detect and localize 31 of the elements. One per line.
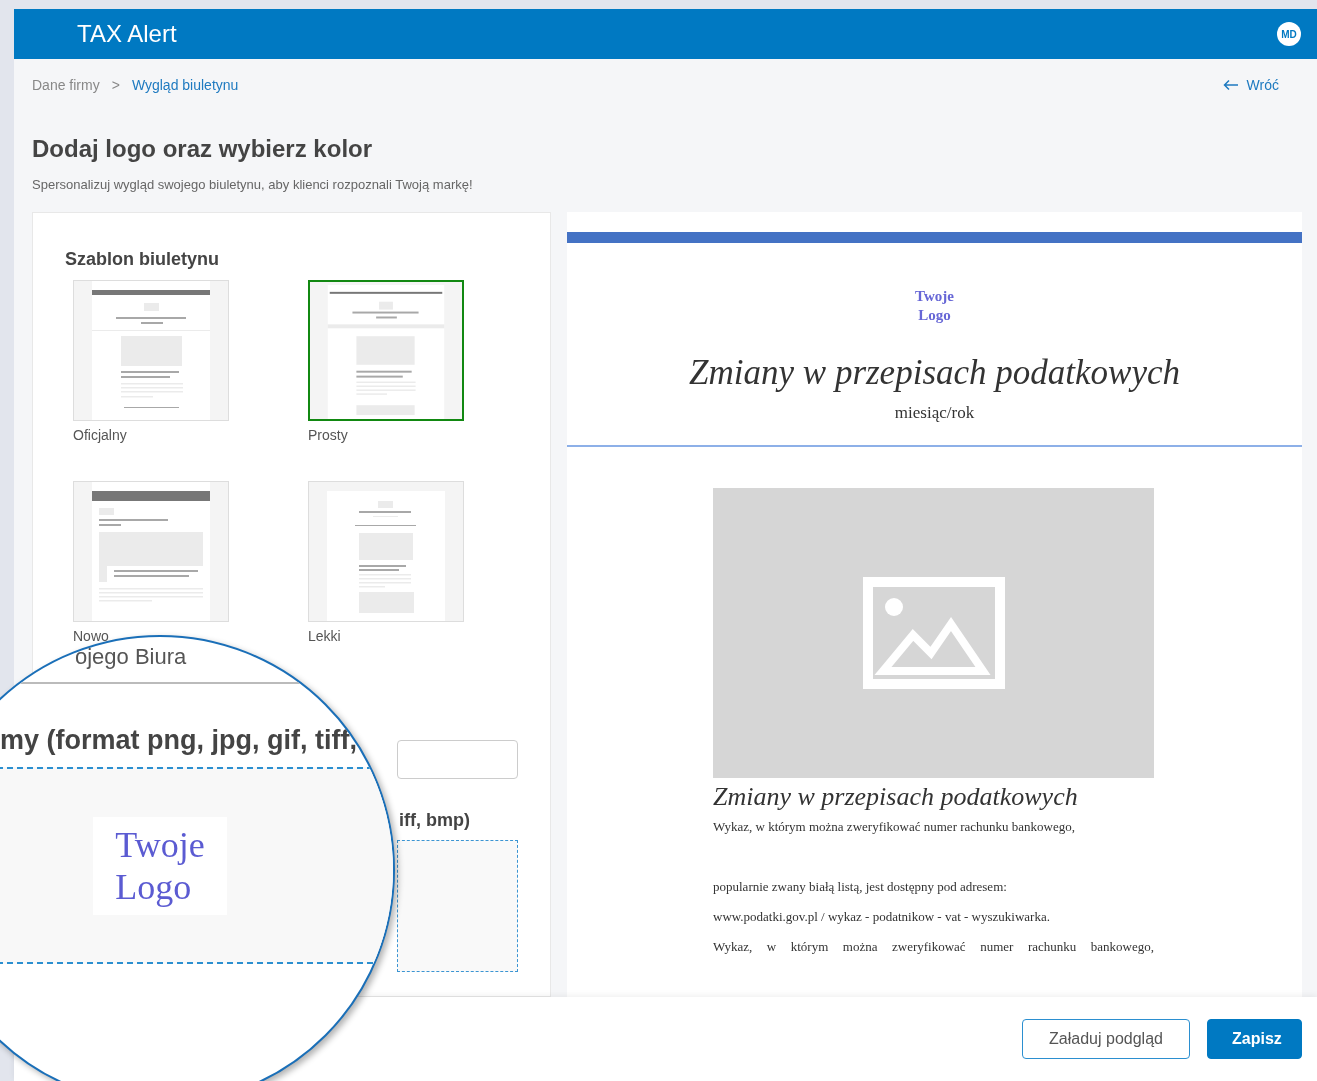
breadcrumb-item[interactable]: Wygląd biuletynu — [131, 77, 239, 93]
breadcrumb-separator: > — [111, 77, 120, 93]
template-label: Prosty — [308, 427, 348, 443]
template-label: Lekki — [308, 628, 341, 644]
image-icon — [862, 577, 1005, 689]
template-label: Nowo — [73, 628, 109, 644]
preview-date: miesiąc/rok — [893, 403, 976, 423]
preview-paragraph: Wykaz, w którym można zweryfikować numer rachunku bankowego, — [713, 938, 1154, 956]
preview-logo: Twoje Logo — [914, 287, 955, 325]
section-title: Szablon biuletynu — [65, 249, 220, 270]
user-avatar[interactable]: MD — [1277, 22, 1301, 46]
preview-paragraph: Wykaz, w którym można zweryfikować numer rachunku bankowego, — [713, 818, 1076, 836]
app-title: TAX Alert — [77, 20, 177, 48]
back-link[interactable]: Wróć — [1222, 77, 1279, 93]
input-field[interactable] — [397, 740, 518, 779]
upload-label: iff, bmp) — [399, 810, 471, 831]
arrow-left-icon — [1222, 79, 1239, 91]
save-button[interactable]: Zapisz — [1207, 1019, 1302, 1059]
magnified-logo: Twoje Logo — [93, 817, 227, 915]
preview-paragraph: popularnie zwany białą listą, jest dostępny pod adresem: — [713, 878, 1008, 896]
preview-paragraph: www.podatki.gov.pl / wykaz - podatnikow - vat - wyszukiwarka. — [713, 908, 1051, 926]
magnified-upload-label: my (format png, jpg, gif, tiff, — [0, 724, 358, 756]
preview-section-title: Zmiany w przepisach podatkowych — [713, 782, 1079, 812]
page-subtitle: Spersonalizuj wygląd swojego biuletynu, aby klienci rozpoznali Twoją markę! — [32, 177, 474, 192]
preview-button[interactable]: Załaduj podgląd — [1022, 1019, 1190, 1059]
breadcrumb-item[interactable]: Dane firmy — [32, 77, 100, 93]
page-title: Dodaj logo oraz wybierz kolor — [32, 135, 374, 163]
template-label: Oficjalny — [73, 427, 127, 443]
template-thumbnail[interactable] — [308, 280, 464, 421]
magnified-label: ojego Biura — [75, 643, 188, 671]
preview-title: Zmiany w przepisach podatkowych — [688, 353, 1181, 393]
